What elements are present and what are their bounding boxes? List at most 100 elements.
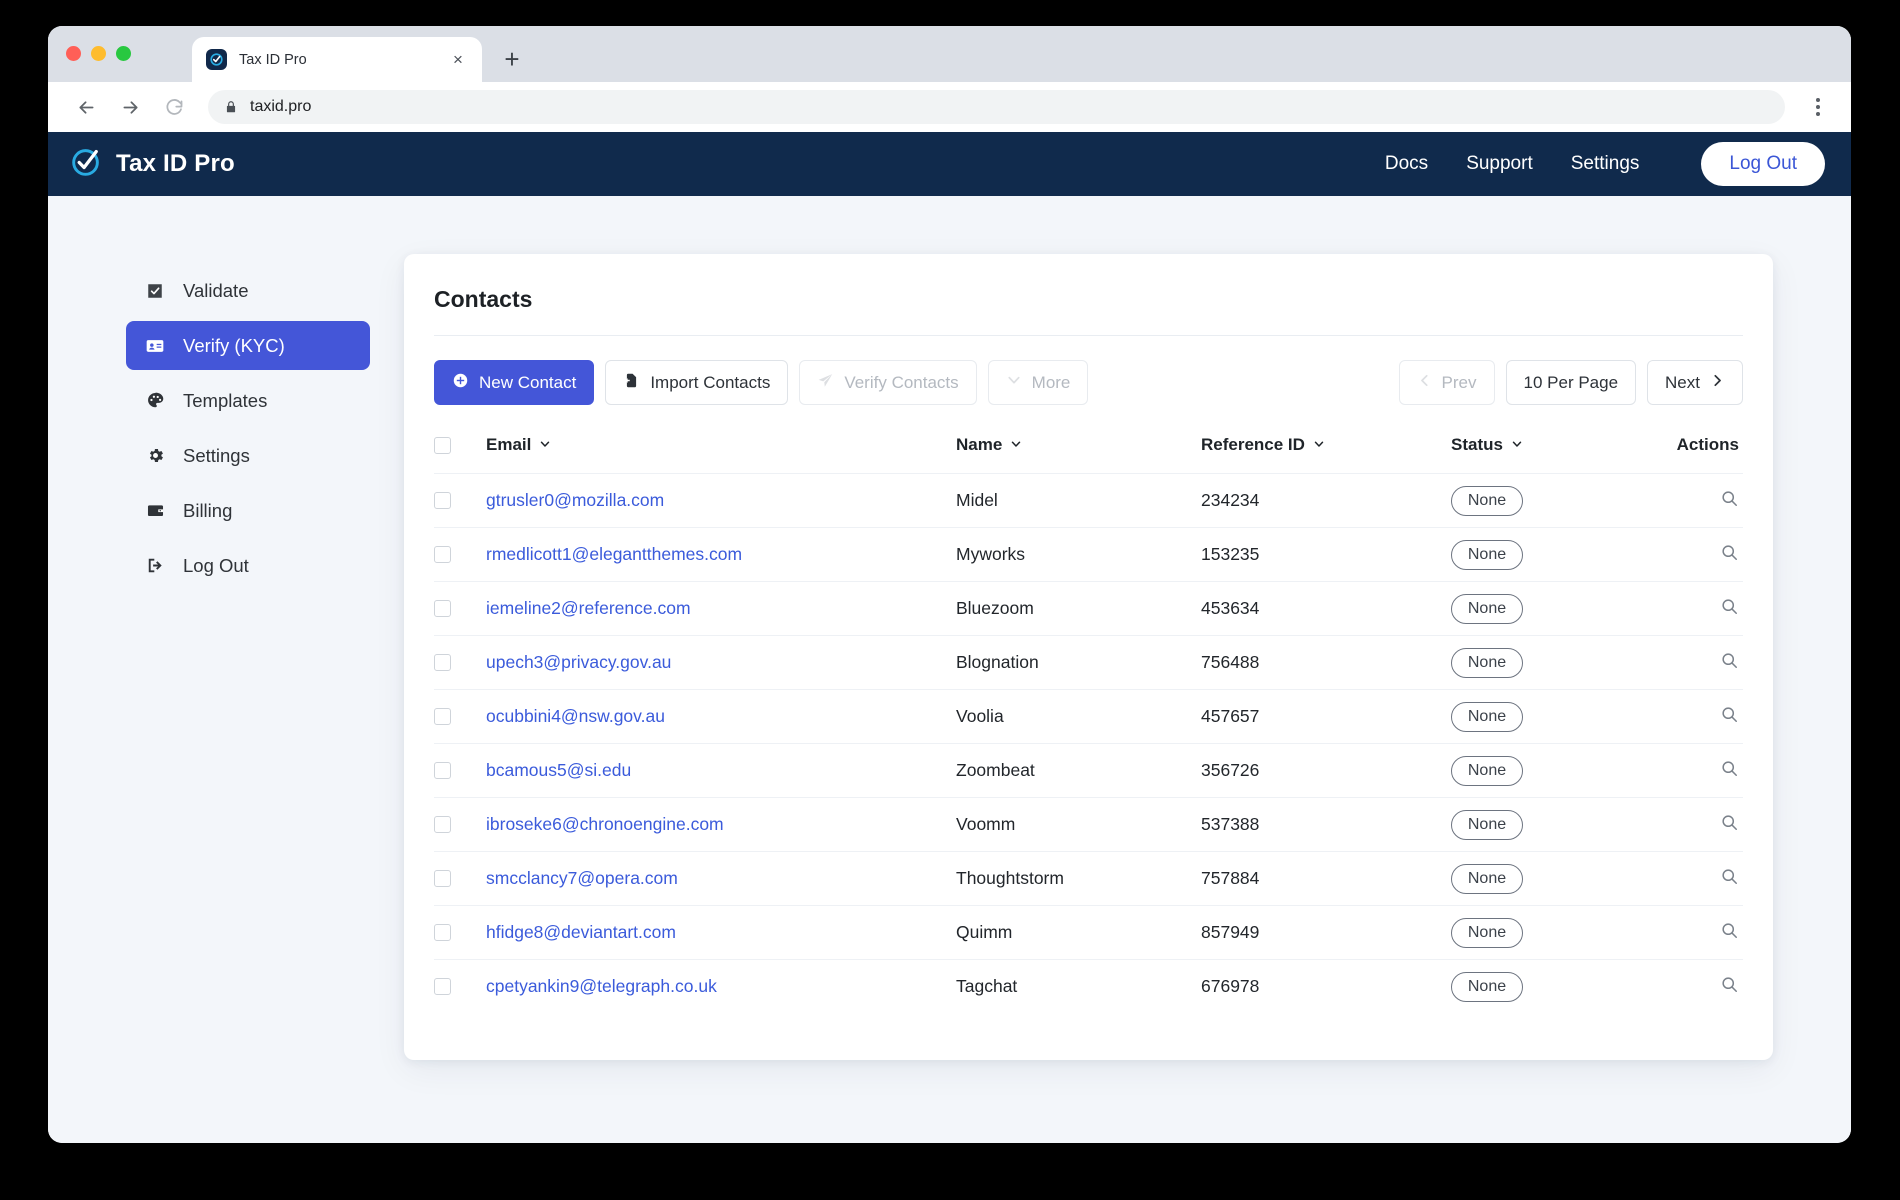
- cell-actions: [1666, 905, 1743, 960]
- chevron-left-icon: [1417, 373, 1432, 393]
- column-header-reference-id[interactable]: Reference ID: [1201, 435, 1451, 474]
- contact-email-link[interactable]: iemeline2@reference.com: [486, 598, 691, 618]
- logout-button[interactable]: Log Out: [1701, 142, 1825, 186]
- row-checkbox[interactable]: [434, 492, 451, 509]
- contact-email-link[interactable]: ibroseke6@chronoengine.com: [486, 814, 724, 834]
- more-label: More: [1031, 372, 1071, 392]
- contacts-table: Email Name Reference ID Status Actions g…: [434, 435, 1743, 1014]
- row-select-cell: [434, 797, 486, 852]
- cell-reference-id: 457657: [1201, 689, 1451, 744]
- contact-email-link[interactable]: ocubbini4@nsw.gov.au: [486, 706, 665, 726]
- contact-email-link[interactable]: gtrusler0@mozilla.com: [486, 490, 664, 510]
- sidebar: Validate Verify (KYC) Templates Settings…: [126, 254, 370, 1143]
- column-header-status[interactable]: Status: [1451, 435, 1666, 474]
- sidebar-item-settings[interactable]: Settings: [126, 431, 370, 480]
- row-select-cell: [434, 473, 486, 528]
- minimize-window-button[interactable]: [91, 46, 106, 61]
- row-checkbox[interactable]: [434, 546, 451, 563]
- row-select-cell: [434, 851, 486, 906]
- search-icon[interactable]: [1720, 705, 1743, 724]
- sidebar-item-verify-kyc[interactable]: Verify (KYC): [126, 321, 370, 370]
- maximize-window-button[interactable]: [116, 46, 131, 61]
- row-checkbox[interactable]: [434, 654, 451, 671]
- cell-status: None: [1451, 635, 1666, 690]
- cell-name: Tagchat: [956, 959, 1201, 1014]
- file-import-icon: [623, 372, 640, 394]
- sidebar-item-logout[interactable]: Log Out: [126, 541, 370, 590]
- column-label-name: Name: [956, 435, 1003, 454]
- sidebar-item-validate[interactable]: Validate: [126, 266, 370, 315]
- import-contacts-button[interactable]: Import Contacts: [605, 360, 789, 405]
- search-icon[interactable]: [1720, 867, 1743, 886]
- row-checkbox[interactable]: [434, 762, 451, 779]
- cell-name: Midel: [956, 473, 1201, 528]
- brand-logo[interactable]: Tax ID Pro: [70, 145, 235, 183]
- sidebar-item-billing[interactable]: Billing: [126, 486, 370, 535]
- contact-email-link[interactable]: upech3@privacy.gov.au: [486, 652, 671, 672]
- browser-tab[interactable]: Tax ID Pro ×: [192, 37, 482, 82]
- more-button[interactable]: More: [987, 360, 1089, 405]
- search-icon[interactable]: [1720, 813, 1743, 832]
- cell-email: gtrusler0@mozilla.com: [486, 473, 956, 528]
- window-controls: [66, 46, 131, 61]
- cell-status: None: [1451, 959, 1666, 1014]
- nav-link-settings[interactable]: Settings: [1571, 153, 1640, 175]
- search-icon[interactable]: [1720, 975, 1743, 994]
- cell-reference-id: 356726: [1201, 743, 1451, 798]
- row-checkbox[interactable]: [434, 600, 451, 617]
- new-tab-button[interactable]: +: [492, 39, 532, 79]
- close-window-button[interactable]: [66, 46, 81, 61]
- forward-icon[interactable]: [112, 89, 148, 125]
- cell-status: None: [1451, 743, 1666, 798]
- close-icon[interactable]: ×: [448, 50, 468, 70]
- cell-reference-id: 857949: [1201, 905, 1451, 960]
- contact-email-link[interactable]: smcclancy7@opera.com: [486, 868, 678, 888]
- search-icon[interactable]: [1720, 651, 1743, 670]
- cell-email: smcclancy7@opera.com: [486, 851, 956, 906]
- verify-contacts-button[interactable]: Verify Contacts: [799, 360, 977, 405]
- column-header-name[interactable]: Name: [956, 435, 1201, 474]
- row-checkbox[interactable]: [434, 816, 451, 833]
- table-row: upech3@privacy.gov.au Blognation 756488 Non…: [434, 635, 1743, 690]
- kebab-menu-icon[interactable]: [1803, 89, 1833, 125]
- sort-chevron-down-icon: [1511, 435, 1523, 455]
- contact-email-link[interactable]: rmedlicott1@elegantthemes.com: [486, 544, 742, 564]
- next-page-label: Next: [1665, 372, 1700, 392]
- checkbox-icon: [144, 282, 166, 300]
- cell-reference-id: 537388: [1201, 797, 1451, 852]
- contact-email-link[interactable]: hfidge8@deviantart.com: [486, 922, 676, 942]
- sidebar-item-templates[interactable]: Templates: [126, 376, 370, 425]
- cell-actions: [1666, 581, 1743, 636]
- search-icon[interactable]: [1720, 597, 1743, 616]
- row-checkbox[interactable]: [434, 708, 451, 725]
- column-label-status: Status: [1451, 435, 1503, 454]
- row-select-cell: [434, 581, 486, 636]
- status-badge: None: [1451, 809, 1523, 840]
- row-checkbox[interactable]: [434, 924, 451, 941]
- search-icon[interactable]: [1720, 921, 1743, 940]
- pagination-controls: Prev 10 Per Page Next: [1398, 360, 1743, 405]
- search-icon[interactable]: [1720, 759, 1743, 778]
- contact-email-link[interactable]: cpetyankin9@telegraph.co.uk: [486, 976, 717, 996]
- prev-page-button[interactable]: Prev: [1398, 360, 1495, 405]
- next-page-button[interactable]: Next: [1647, 360, 1743, 405]
- search-icon[interactable]: [1720, 543, 1743, 562]
- nav-link-support[interactable]: Support: [1466, 153, 1533, 175]
- cell-status: None: [1451, 797, 1666, 852]
- column-header-email[interactable]: Email: [486, 435, 956, 474]
- address-bar[interactable]: taxid.pro: [208, 90, 1785, 124]
- new-contact-label: New Contact: [479, 372, 577, 392]
- new-contact-button[interactable]: New Contact: [434, 360, 595, 405]
- per-page-button[interactable]: 10 Per Page: [1505, 360, 1637, 405]
- contact-email-link[interactable]: bcamous5@si.edu: [486, 760, 631, 780]
- select-all-checkbox[interactable]: [434, 436, 451, 454]
- back-icon[interactable]: [68, 89, 104, 125]
- row-checkbox[interactable]: [434, 978, 451, 996]
- row-checkbox[interactable]: [434, 870, 451, 887]
- cell-actions: [1666, 959, 1743, 1014]
- nav-link-docs[interactable]: Docs: [1385, 153, 1428, 175]
- sort-chevron-down-icon: [1313, 435, 1325, 455]
- search-icon[interactable]: [1720, 489, 1743, 508]
- reload-icon[interactable]: [156, 89, 192, 125]
- cell-status: None: [1451, 473, 1666, 528]
